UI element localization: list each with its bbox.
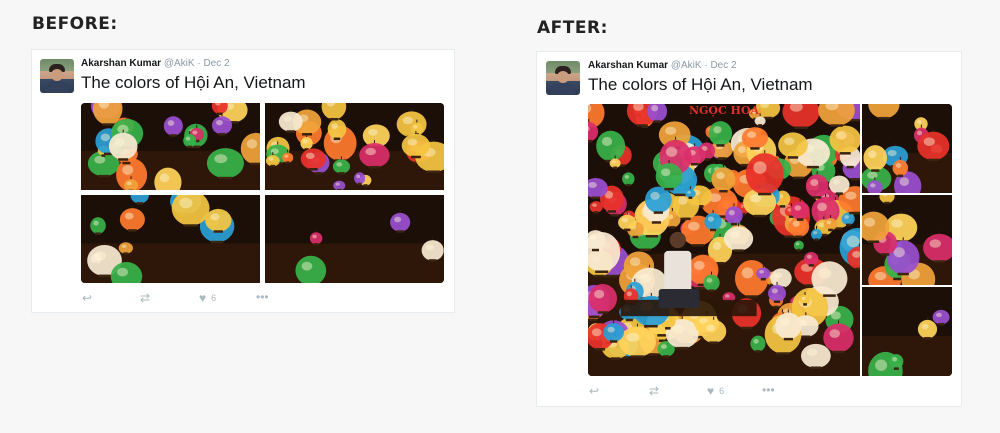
more-button[interactable]: •••	[762, 383, 775, 397]
photo-2[interactable]	[265, 103, 444, 190]
avatar[interactable]	[546, 61, 580, 95]
more-icon: •••	[256, 290, 269, 304]
retweet-icon: ⇄	[649, 384, 660, 398]
like-count: 6	[719, 386, 725, 396]
like-button[interactable]: ♥ 6	[199, 291, 216, 305]
tweet-card-before[interactable]: Akarshan Kumar @AkiK · Dec 2 The colors …	[31, 49, 455, 313]
reply-button[interactable]: ↩	[589, 384, 599, 398]
reply-icon: ↩	[82, 291, 93, 305]
avatar[interactable]	[40, 59, 74, 93]
like-count: 6	[211, 293, 217, 303]
photo-3-small[interactable]	[862, 195, 952, 285]
photo-1[interactable]	[81, 103, 260, 190]
photo-1-large[interactable]: NGỌC HOA	[588, 104, 860, 376]
photo-2-small[interactable]	[862, 104, 952, 193]
photo-3[interactable]	[81, 195, 260, 283]
after-label: AFTER:	[537, 18, 608, 38]
meta-separator: ·	[197, 58, 201, 69]
retweet-button[interactable]: ⇄	[649, 384, 659, 398]
reply-button[interactable]: ↩	[82, 291, 92, 305]
tweet-card-after[interactable]: Akarshan Kumar @AkiK · Dec 2 The colors …	[536, 51, 962, 407]
author-handle[interactable]: @AkiK	[164, 58, 195, 69]
retweet-icon: ⇄	[140, 291, 151, 305]
heart-icon: ♥	[199, 291, 207, 305]
author-name[interactable]: Akarshan Kumar	[588, 60, 668, 71]
author-handle[interactable]: @AkiK	[671, 60, 702, 71]
tweet-text: The colors of Hội An, Vietnam	[588, 75, 813, 94]
before-label: BEFORE:	[32, 14, 118, 34]
photo-4[interactable]	[265, 195, 444, 283]
retweet-button[interactable]: ⇄	[140, 291, 150, 305]
reply-icon: ↩	[589, 384, 600, 398]
author-name[interactable]: Akarshan Kumar	[81, 58, 161, 69]
tweet-date[interactable]: Dec 2	[203, 58, 229, 69]
photo-4-small[interactable]	[862, 287, 952, 376]
like-button[interactable]: ♥ 6	[707, 384, 724, 398]
tweet-date[interactable]: Dec 2	[710, 60, 736, 71]
meta-separator: ·	[704, 60, 708, 71]
shop-sign: NGỌC HOA	[689, 104, 760, 117]
heart-icon: ♥	[707, 384, 715, 398]
more-button[interactable]: •••	[256, 290, 269, 304]
more-icon: •••	[762, 383, 775, 397]
tweet-text: The colors of Hội An, Vietnam	[81, 73, 306, 92]
